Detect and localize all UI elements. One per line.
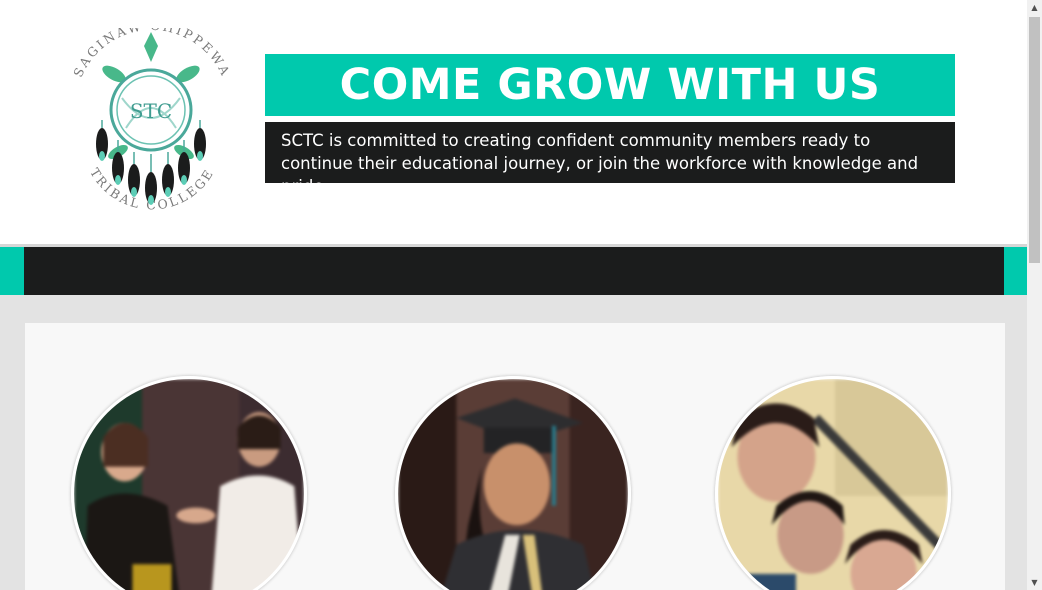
- people-photo-icon: [718, 379, 948, 590]
- vertical-scrollbar[interactable]: ▲ ▼: [1027, 0, 1042, 590]
- photo-handshake[interactable]: [71, 376, 307, 590]
- person-photo-icon: [398, 379, 628, 590]
- people-photo-icon: [74, 379, 304, 590]
- main-navigation-bar[interactable]: [24, 247, 1004, 295]
- photo-group-selfie[interactable]: [715, 376, 951, 590]
- tagline-text: SCTC is committed to creating confident …: [281, 131, 919, 196]
- scroll-up-arrow-icon[interactable]: ▲: [1027, 0, 1042, 15]
- tagline-box: SCTC is committed to creating confident …: [265, 122, 955, 196]
- hero-banner: COME GROW WITH US: [265, 54, 955, 116]
- page: SAGINAW CHIPPEWA TRIBAL COLLEGE STC: [0, 0, 1027, 590]
- turtle-dreamcatcher-logo-icon: SAGINAW CHIPPEWA TRIBAL COLLEGE STC: [70, 18, 231, 213]
- banner-title: COME GROW WITH US: [339, 60, 881, 110]
- college-logo[interactable]: SAGINAW CHIPPEWA TRIBAL COLLEGE STC: [62, 18, 240, 216]
- scrollbar-thumb[interactable]: [1029, 17, 1040, 263]
- logo-center-letters: STC: [130, 99, 172, 123]
- photo-graduate[interactable]: [395, 376, 631, 590]
- scroll-down-arrow-icon[interactable]: ▼: [1027, 575, 1042, 590]
